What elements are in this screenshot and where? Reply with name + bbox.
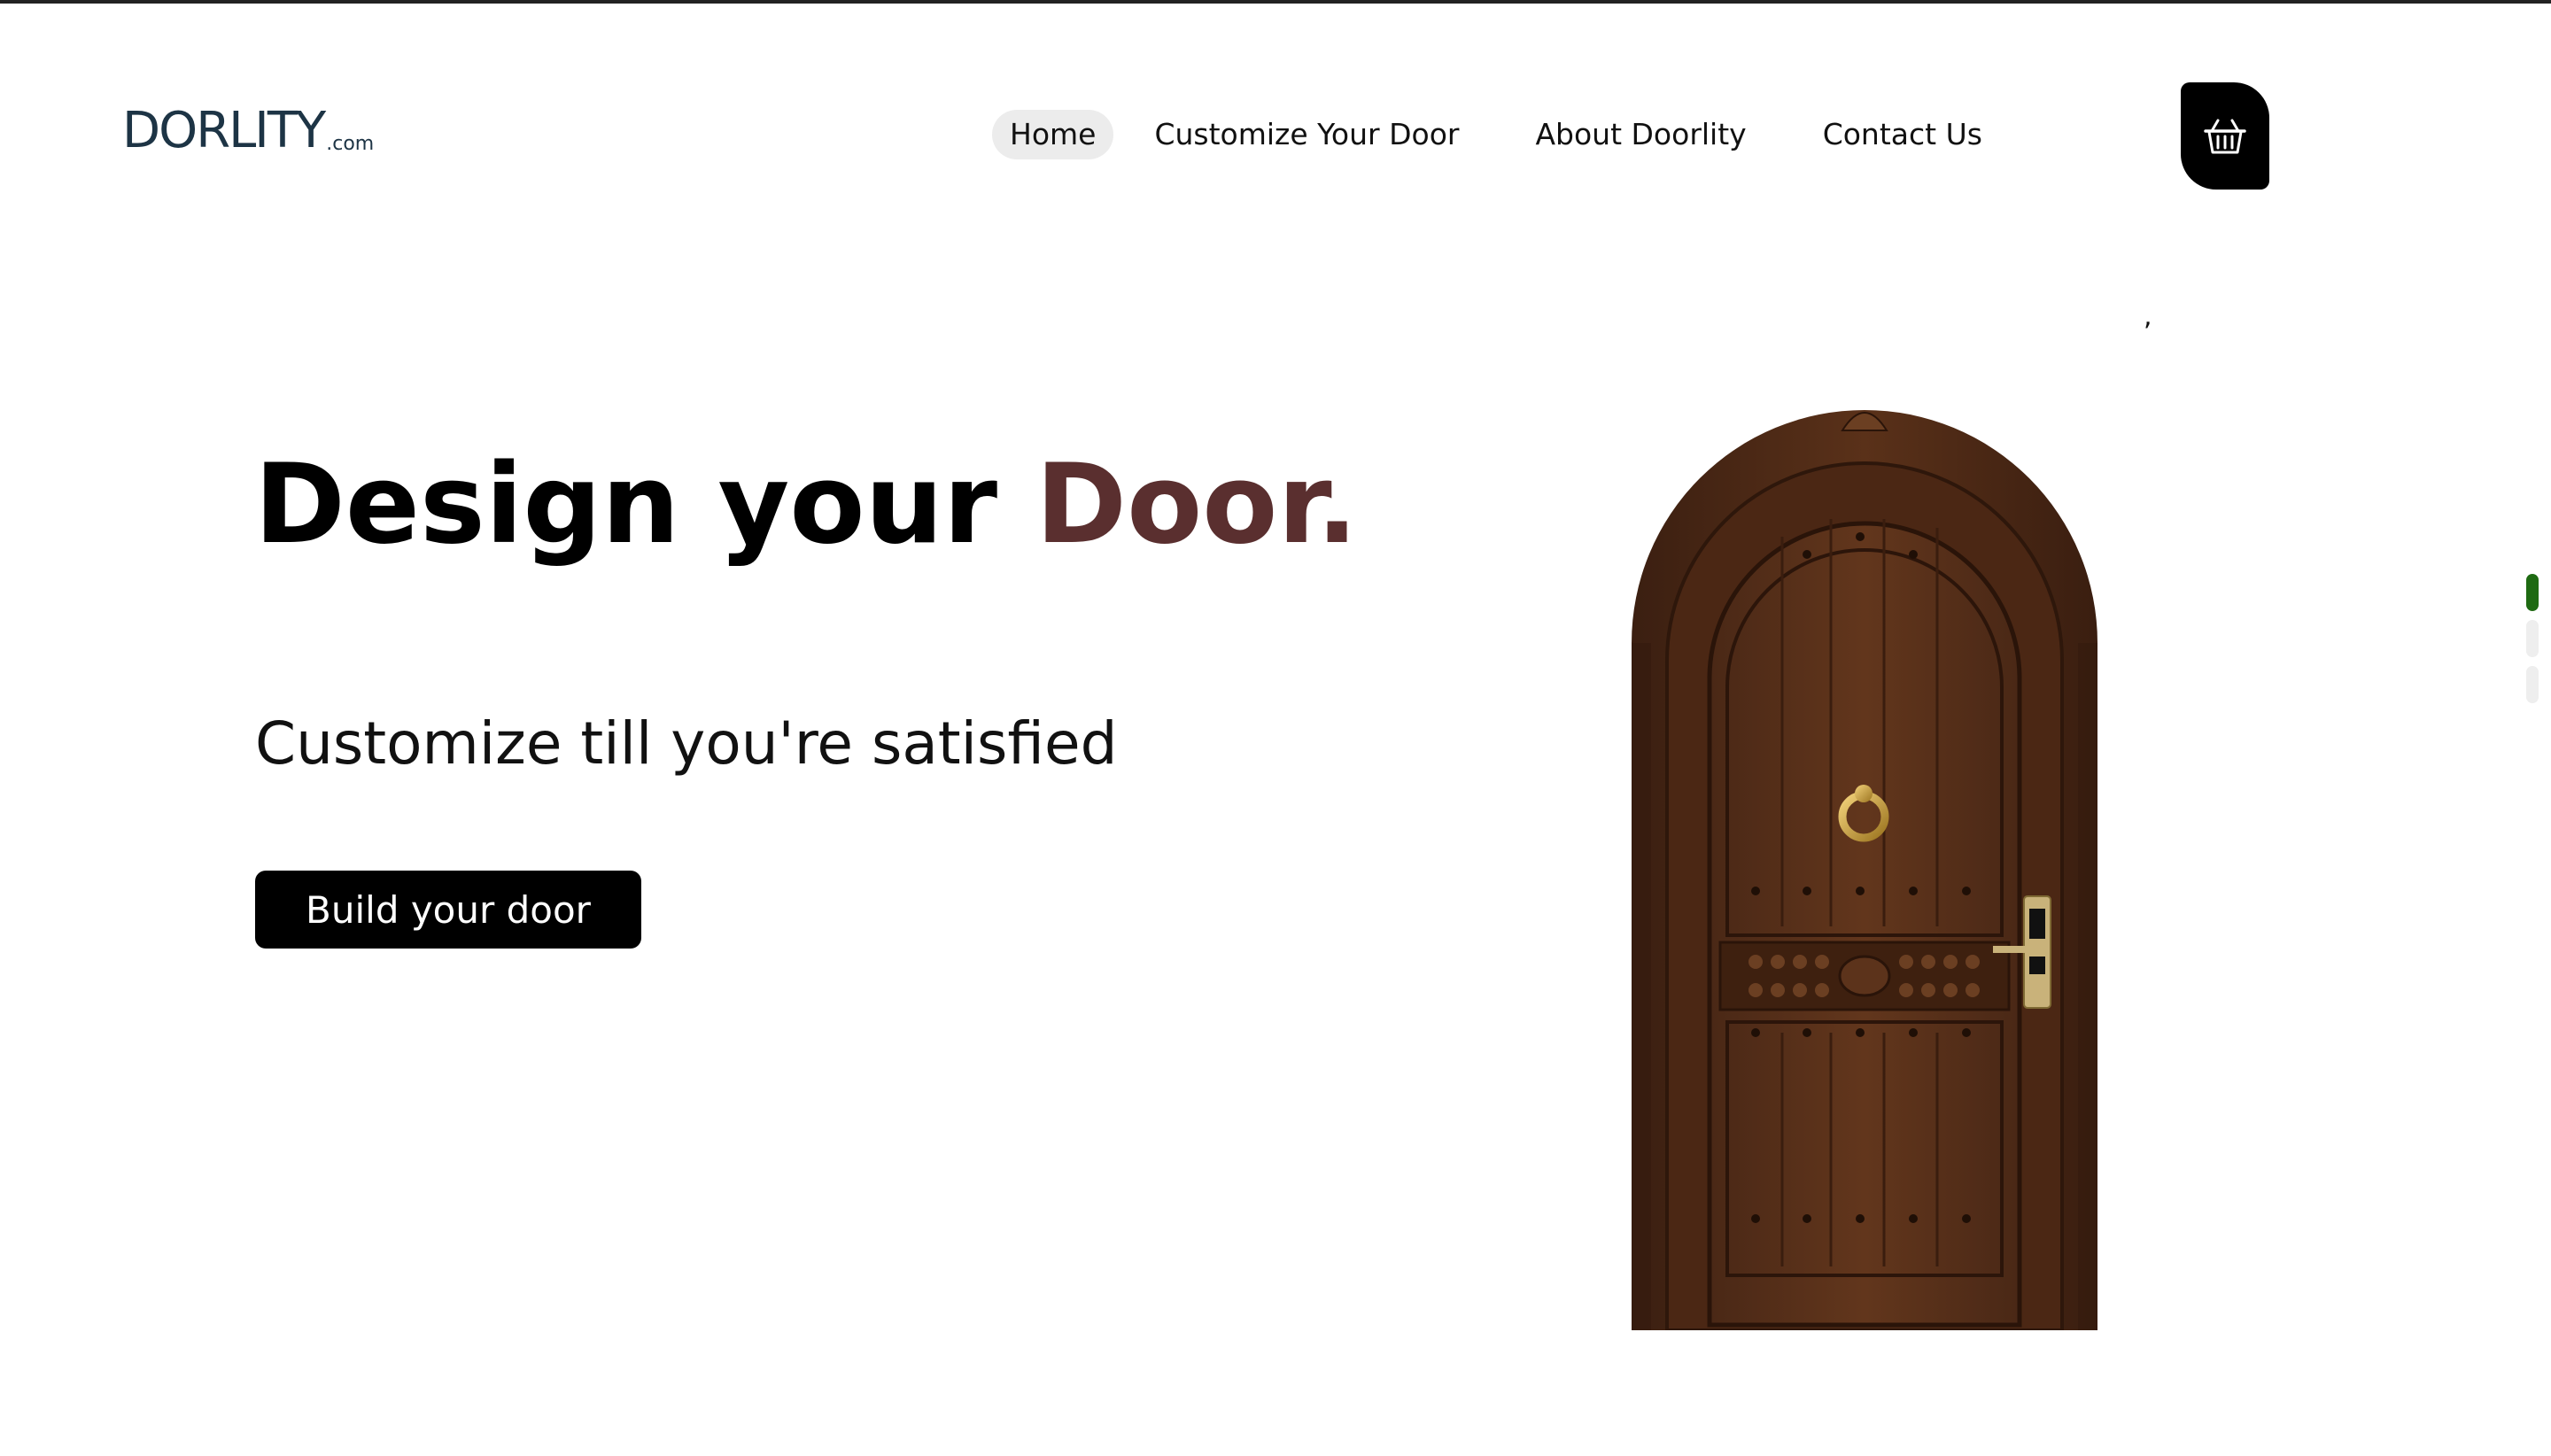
logo-text: DORLITY — [122, 102, 326, 159]
basket-icon — [2204, 119, 2246, 153]
hero-title-accent: Door. — [1035, 441, 1359, 569]
nav-contact-us[interactable]: Contact Us — [1805, 110, 2000, 159]
hero-subtitle: Customize till you're satisfied — [255, 709, 1118, 778]
top-border — [0, 0, 2551, 4]
door-image — [1632, 395, 2097, 1334]
hero-title: Design your Door. — [254, 443, 1358, 567]
slide-indicator-2[interactable] — [2526, 620, 2539, 657]
slide-indicator-1[interactable] — [2526, 574, 2539, 611]
logo[interactable]: DORLITY .com — [122, 105, 374, 158]
build-your-door-button[interactable]: Build your door — [255, 871, 641, 949]
slide-indicators — [2526, 574, 2539, 712]
cart-button[interactable] — [2181, 82, 2269, 190]
nav-customize-your-door[interactable]: Customize Your Door — [1136, 110, 1477, 159]
logo-suffix: .com — [326, 133, 375, 155]
nav-about-doorlity[interactable]: About Doorlity — [1517, 110, 1764, 159]
stray-text-mark: , — [2144, 301, 2152, 332]
door-illustration — [1632, 410, 2097, 1332]
nav-home[interactable]: Home — [992, 110, 1114, 159]
hero-title-main: Design your — [254, 441, 1036, 569]
slide-indicator-3[interactable] — [2526, 666, 2539, 703]
main-nav: Home Customize Your Door About Doorlity … — [992, 110, 2041, 159]
